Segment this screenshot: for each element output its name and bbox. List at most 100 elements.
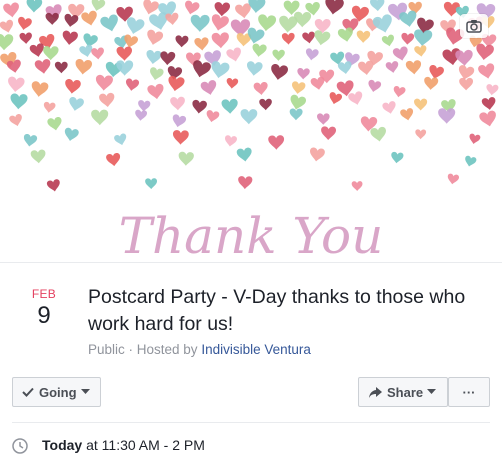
heart-shape: [69, 96, 84, 111]
heart-shape: [400, 108, 414, 121]
heart-shape: [62, 30, 78, 45]
heart-shape: [147, 29, 164, 45]
heart-shape: [178, 151, 194, 166]
heart-shape: [272, 49, 285, 61]
going-button[interactable]: Going: [12, 377, 101, 407]
heart-shape: [143, 0, 159, 15]
heart-shape: [259, 98, 272, 111]
event-host-link[interactable]: Indivisible Ventura: [201, 342, 311, 357]
event-time: Today at 11:30 AM - 2 PM: [42, 436, 205, 454]
heart-shape: [185, 0, 200, 15]
heart-shape: [160, 51, 176, 66]
heart-shape: [194, 37, 209, 51]
heart-shape: [290, 94, 306, 110]
heart-shape: [459, 77, 474, 91]
heart-shape: [310, 76, 325, 90]
heart-shape: [126, 78, 140, 91]
heart-shape: [370, 126, 386, 142]
heart-shape: [325, 0, 344, 15]
heart-shape: [75, 59, 93, 75]
event-cover-photo: Thank You: [0, 0, 502, 263]
heart-shape: [405, 60, 422, 75]
heart-shape: [226, 78, 239, 89]
heart-shape: [43, 101, 56, 113]
clock-icon: [12, 438, 28, 454]
heart-shape: [253, 81, 268, 95]
cover-caption: Thank You: [119, 207, 384, 263]
heart-shape: [206, 110, 220, 123]
heart-shape: [145, 178, 158, 190]
heart-shape: [26, 0, 43, 13]
heart-shape: [368, 79, 382, 92]
heart-shape: [479, 110, 496, 127]
heart-shape: [46, 179, 60, 192]
heart-shape: [95, 74, 113, 91]
heart-shape: [106, 153, 121, 167]
heart-shape: [225, 135, 237, 147]
heart-shape: [414, 45, 427, 57]
heart-shape: [8, 76, 25, 93]
heart-shape: [175, 35, 189, 48]
event-title: Postcard Party - V-Day thanks to those w…: [88, 286, 466, 335]
heart-shape: [252, 43, 267, 57]
heart-shape: [268, 135, 285, 150]
heart-shape: [91, 109, 109, 126]
camera-icon: [466, 20, 482, 33]
heart-shape: [193, 60, 211, 78]
heart-shape: [91, 0, 106, 11]
heart-shape: [65, 79, 81, 94]
share-label: Share: [387, 384, 424, 400]
hearts-pattern: [0, 0, 499, 192]
heart-shape: [476, 43, 494, 61]
heart-shape: [302, 31, 315, 44]
event-time-row: Today at 11:30 AM - 2 PM: [12, 436, 205, 454]
heart-shape: [221, 98, 238, 114]
chevron-down-icon: [427, 389, 437, 394]
heart-shape: [3, 2, 19, 18]
heart-shape: [116, 60, 134, 76]
heart-shape: [114, 133, 127, 146]
heart-shape: [100, 14, 118, 32]
heart-shape: [235, 3, 251, 19]
more-options-label: ···: [462, 384, 476, 400]
share-button[interactable]: Share: [358, 377, 448, 407]
heart-shape: [240, 109, 258, 125]
heart-shape: [369, 0, 385, 12]
heart-shape: [481, 97, 496, 110]
heart-shape: [34, 59, 51, 74]
change-cover-button[interactable]: [460, 14, 488, 38]
heart-shape: [192, 99, 207, 114]
heart-shape: [226, 47, 241, 62]
heart-shape: [238, 176, 253, 190]
heart-shape: [23, 134, 38, 147]
heart-shape: [348, 91, 363, 105]
heart-shape: [329, 92, 343, 105]
heart-shape: [289, 108, 303, 121]
section-divider: [12, 422, 490, 423]
heart-shape: [10, 93, 28, 110]
heart-shape: [281, 32, 295, 45]
heart-shape: [127, 17, 145, 34]
heart-shape: [337, 61, 352, 75]
event-date: FEB 9: [18, 287, 70, 331]
heart-shape: [458, 65, 475, 80]
heart-shape: [64, 13, 79, 27]
heart-shape: [393, 86, 406, 98]
heart-shape: [358, 60, 374, 75]
heart-shape: [30, 149, 46, 164]
heart-shape: [81, 10, 97, 26]
more-options-button[interactable]: ···: [448, 377, 490, 407]
heart-shape: [314, 30, 331, 46]
chevron-down-icon: [80, 389, 90, 394]
heart-shape: [486, 84, 499, 96]
heart-shape: [172, 130, 189, 145]
event-month: FEB: [31, 287, 57, 301]
heart-shape: [356, 30, 371, 43]
share-arrow-icon: [369, 386, 382, 398]
heart-shape: [337, 27, 353, 42]
heart-shape: [297, 68, 310, 80]
heart-shape: [381, 34, 394, 47]
going-label: Going: [39, 384, 77, 400]
heart-shape: [211, 14, 229, 31]
event-day: 9: [37, 302, 51, 329]
